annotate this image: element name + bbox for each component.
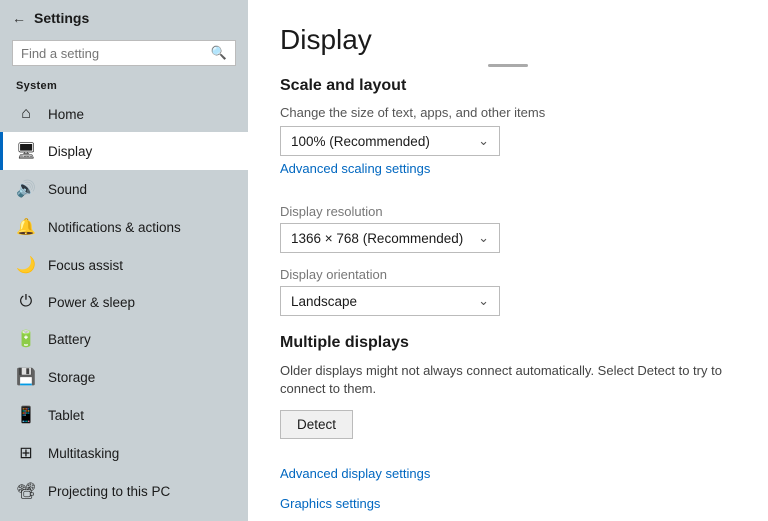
- home-icon: ⌂: [16, 105, 36, 123]
- multiple-displays-description: Older displays might not always connect …: [280, 362, 736, 398]
- scroll-indicator: [488, 64, 528, 67]
- sidebar-section-label: System: [0, 74, 248, 96]
- orientation-label: Display orientation: [280, 267, 736, 282]
- storage-icon: 💾: [16, 367, 36, 387]
- resolution-chevron-icon: ⌄: [478, 230, 489, 246]
- sidebar-item-focus[interactable]: 🌙 Focus assist: [0, 246, 248, 284]
- sidebar-item-label: Notifications & actions: [48, 220, 181, 235]
- advanced-display-link[interactable]: Advanced display settings: [280, 466, 430, 481]
- search-icon: 🔍: [211, 45, 227, 61]
- orientation-dropdown[interactable]: Landscape ⌄: [280, 286, 500, 316]
- sidebar-item-label: Multitasking: [48, 446, 119, 461]
- sidebar-item-tablet[interactable]: 📱 Tablet: [0, 396, 248, 434]
- scale-chevron-icon: ⌄: [478, 133, 489, 149]
- graphics-settings-link[interactable]: Graphics settings: [280, 496, 380, 511]
- projecting-icon: 📽: [16, 481, 36, 501]
- sidebar-item-label: Storage: [48, 370, 95, 385]
- sidebar: ← Settings 🔍 System ⌂ Home 🖥 Display 🔊 S…: [0, 0, 248, 521]
- back-icon: ←: [12, 10, 26, 26]
- notifications-icon: 🔔: [16, 217, 36, 237]
- sidebar-item-notifications[interactable]: 🔔 Notifications & actions: [0, 208, 248, 246]
- main-content: Display Scale and layout Change the size…: [248, 0, 768, 521]
- sidebar-item-label: Projecting to this PC: [48, 484, 170, 499]
- sidebar-item-label: Battery: [48, 332, 91, 347]
- sidebar-item-label: Sound: [48, 182, 87, 197]
- sidebar-item-sound[interactable]: 🔊 Sound: [0, 170, 248, 208]
- sidebar-title: Settings: [34, 10, 89, 26]
- scale-value: 100% (Recommended): [291, 134, 430, 149]
- sidebar-item-label: Power & sleep: [48, 295, 135, 310]
- sidebar-item-label: Display: [48, 144, 92, 159]
- scale-dropdown[interactable]: 100% (Recommended) ⌄: [280, 126, 500, 156]
- sidebar-item-battery[interactable]: 🔋 Battery: [0, 320, 248, 358]
- back-button[interactable]: ← Settings: [0, 0, 248, 36]
- sidebar-item-power[interactable]: ⏻ Power & sleep: [0, 284, 248, 320]
- battery-icon: 🔋: [16, 329, 36, 349]
- scale-layout-heading: Scale and layout: [280, 77, 736, 95]
- sound-icon: 🔊: [16, 179, 36, 199]
- sidebar-item-label: Tablet: [48, 408, 84, 423]
- multitasking-icon: ⊞: [16, 443, 36, 463]
- detect-button[interactable]: Detect: [280, 410, 353, 439]
- multiple-displays-heading: Multiple displays: [280, 334, 736, 352]
- resolution-label: Display resolution: [280, 204, 736, 219]
- sidebar-item-projecting[interactable]: 📽 Projecting to this PC: [0, 472, 248, 510]
- sidebar-item-label: Home: [48, 107, 84, 122]
- power-icon: ⏻: [16, 293, 36, 311]
- orientation-chevron-icon: ⌄: [478, 293, 489, 309]
- orientation-value: Landscape: [291, 294, 357, 309]
- sidebar-item-multitasking[interactable]: ⊞ Multitasking: [0, 434, 248, 472]
- focus-icon: 🌙: [16, 255, 36, 275]
- tablet-icon: 📱: [16, 405, 36, 425]
- sidebar-item-display[interactable]: 🖥 Display: [0, 132, 248, 170]
- page-title: Display: [280, 24, 736, 56]
- resolution-value: 1366 × 768 (Recommended): [291, 231, 463, 246]
- advanced-scaling-link[interactable]: Advanced scaling settings: [280, 161, 430, 176]
- sidebar-item-label: Focus assist: [48, 258, 123, 273]
- change-size-label: Change the size of text, apps, and other…: [280, 105, 736, 120]
- display-icon: 🖥: [16, 141, 36, 161]
- sidebar-item-home[interactable]: ⌂ Home: [0, 96, 248, 132]
- search-box[interactable]: 🔍: [12, 40, 236, 66]
- search-input[interactable]: [21, 46, 205, 61]
- sidebar-item-storage[interactable]: 💾 Storage: [0, 358, 248, 396]
- resolution-dropdown[interactable]: 1366 × 768 (Recommended) ⌄: [280, 223, 500, 253]
